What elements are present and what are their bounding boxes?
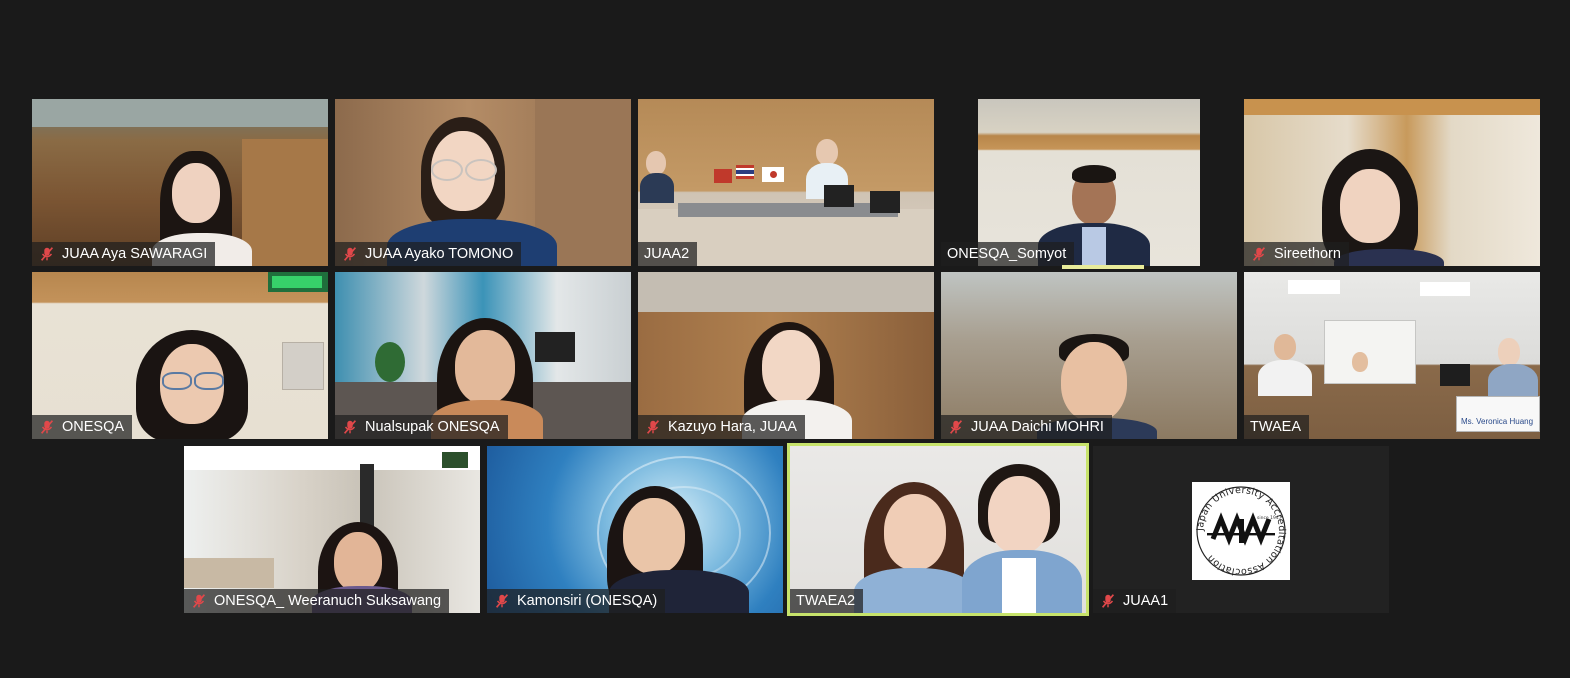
video-tile-weeranuch[interactable]: ONESQA_ Weeranuch Suksawang [184,446,480,613]
participant-name: ONESQA [62,419,125,435]
svg-text:since 1947: since 1947 [1257,515,1282,521]
participant-name: JUAA1 [1123,593,1169,609]
video-feed [487,446,783,613]
participant-name: Sireethorn [1274,246,1341,262]
video-feed [978,99,1200,266]
participant-name: ONESQA_Somyot [947,246,1067,262]
video-tile-sireethorn[interactable]: Sireethorn [1244,99,1540,266]
participant-name-tag: JUAA Ayako TOMONO [335,242,522,266]
video-tile-onesqa[interactable]: ONESQA [32,272,328,439]
video-tile-aya-sawaragi[interactable]: JUAA Aya SAWARAGI [32,99,328,266]
video-tile-nualsupak[interactable]: Nualsupak ONESQA [335,272,631,439]
participant-name-tag: TWAEA2 [790,589,864,613]
video-feed [790,446,1086,613]
participant-name: JUAA Aya SAWARAGI [62,246,208,262]
participant-name-tag: ONESQA [32,415,133,439]
participant-name-tag: JUAA Daichi MOHRI [941,415,1112,439]
participant-name-tag: ONESQA_Somyot [941,242,1075,266]
video-feed [32,272,328,439]
participant-name: Nualsupak ONESQA [365,419,500,435]
participant-name-tag: TWAEA [1244,415,1310,439]
video-tile-juaa2[interactable]: JUAA2 [638,99,934,266]
video-tile-juaa1[interactable]: Japan University Accreditation Associati… [1093,446,1389,613]
name-placard: Ms. Veronica Huang [1456,396,1540,432]
participant-name: Kazuyo Hara, JUAA [668,419,797,435]
video-feed [335,99,631,266]
active-speaker-indicator [1062,265,1144,269]
mic-muted-icon [343,247,357,261]
participant-name-tag: JUAA1 [1093,589,1177,613]
participant-name: Kamonsiri (ONESQA) [517,593,658,609]
participant-name: TWAEA2 [796,593,856,609]
participant-name: TWAEA [1250,419,1302,435]
juaa-logo-emblem: Japan University Accreditation Associati… [1195,485,1287,577]
video-feed [941,272,1237,439]
mic-muted-icon [1252,247,1266,261]
video-tile-twaea[interactable]: Ms. Veronica Huang TWAEA [1244,272,1540,439]
video-feed [1244,99,1540,266]
video-tile-twaea2[interactable]: TWAEA2 [787,443,1089,616]
participant-name-tag: Kazuyo Hara, JUAA [638,415,805,439]
mic-muted-icon [1101,594,1115,608]
mic-muted-icon [343,420,357,434]
participant-name-tag: Nualsupak ONESQA [335,415,508,439]
video-feed [32,99,328,266]
participant-name-tag: Kamonsiri (ONESQA) [487,589,666,613]
participant-name-tag: Sireethorn [1244,242,1349,266]
participant-name: ONESQA_ Weeranuch Suksawang [214,593,442,609]
participant-name-tag: ONESQA_ Weeranuch Suksawang [184,589,450,613]
video-feed: Ms. Veronica Huang [1244,272,1540,439]
video-feed [638,99,934,266]
mic-muted-icon [646,420,660,434]
video-tile-kamonsiri[interactable]: Kamonsiri (ONESQA) [487,446,783,613]
mic-muted-icon [40,420,54,434]
participant-name-tag: JUAA Aya SAWARAGI [32,242,216,266]
video-tile-somyot[interactable]: ONESQA_Somyot [941,99,1237,266]
video-tile-ayako-tomono[interactable]: JUAA Ayako TOMONO [335,99,631,266]
participant-name: JUAA2 [644,246,690,262]
video-feed [638,272,934,439]
mic-muted-icon [495,594,509,608]
video-tile-kazuyo-hara[interactable]: Kazuyo Hara, JUAA [638,272,934,439]
video-tile-daichi-mohri[interactable]: JUAA Daichi MOHRI [941,272,1237,439]
mic-muted-icon [192,594,206,608]
participant-name: JUAA Daichi MOHRI [971,419,1104,435]
video-feed [335,272,631,439]
participant-name-tag: JUAA2 [638,242,698,266]
juaa-logo: Japan University Accreditation Associati… [1192,482,1290,580]
mic-muted-icon [949,420,963,434]
mic-muted-icon [40,247,54,261]
video-feed [184,446,480,613]
video-gallery: JUAA Aya SAWARAGI JUAA Ayako TOMONO JUAA… [0,0,1570,678]
participant-name: JUAA Ayako TOMONO [365,246,514,262]
